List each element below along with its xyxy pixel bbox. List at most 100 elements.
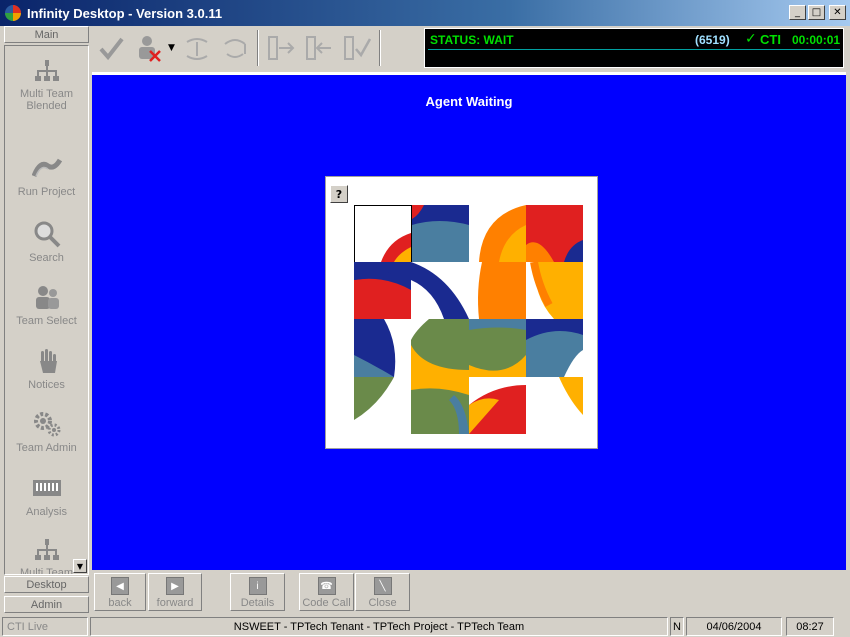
phone-transfer-in-button[interactable] [300,29,338,67]
time-display: 08:27 [786,617,834,636]
sidebar-item-notices[interactable]: Notices [5,343,88,405]
sidebar-tab-desktop[interactable]: Desktop [4,576,89,593]
run-project-icon [31,158,62,177]
status-divider [428,49,840,50]
sidebar-tab-admin[interactable]: Admin [4,596,89,613]
sidebar-tab-main[interactable]: Main [4,26,89,43]
phone-complete-button[interactable] [338,29,376,67]
puzzle-tile[interactable] [526,319,583,377]
sidebar-item-analysis[interactable]: Analysis [5,470,88,532]
toolbar-separator [257,30,259,66]
people-icon [35,286,59,309]
forward-arrow-icon: ▶ [166,577,184,595]
hand-icon [39,349,57,373]
back-arrow-icon: ◀ [111,577,129,595]
close-window-button[interactable]: ✕ [829,5,846,20]
puzzle-tile[interactable] [469,319,526,377]
chart-icon [32,480,61,496]
phone-arrow-left-icon [306,36,331,60]
puzzle-tile[interactable] [469,262,526,319]
help-button[interactable]: ? [330,185,348,203]
puzzle-tile[interactable] [526,205,583,262]
puzzle-tile[interactable] [412,205,469,262]
phone-arrow-right-icon [268,36,295,60]
details-button[interactable]: i Details [230,573,285,611]
puzzle-tile[interactable] [526,377,583,434]
sidebar-item-label: Team Select [16,315,77,327]
sidebar-item-run-project[interactable]: Run Project [5,152,88,214]
window-title: Infinity Desktop - Version 3.0.11 [27,5,223,21]
call-timer: 00:00:01 [792,33,841,47]
puzzle-tile[interactable] [354,319,411,377]
minimize-button[interactable]: _ [789,5,806,20]
call-link-icon [186,38,208,60]
cti-check-icon: ✓ [745,31,757,47]
puzzle-tile[interactable] [526,261,583,319]
status-label: STATUS: WAIT [430,33,514,47]
sliding-puzzle-panel: ? [325,176,598,449]
back-label: back [108,597,132,609]
phone-transfer-out-button[interactable] [262,29,300,67]
maximize-button[interactable]: □ [808,5,825,20]
sidebar: Main Multi Team Blended Run Project Sear… [3,26,90,616]
forward-button[interactable]: ▶ forward [148,573,202,611]
puzzle-tile[interactable] [411,319,469,377]
puzzle-tile[interactable] [354,377,411,434]
page-title: Agent Waiting [425,94,513,109]
magnifier-icon [34,221,60,248]
close-label: Close [368,597,397,609]
extension-number: (6519) [695,33,730,47]
code-call-button[interactable]: ☎ Code Call [299,573,354,611]
call-transfer-button[interactable] [216,29,254,67]
puzzle-tile[interactable] [469,205,526,262]
call-link-button[interactable] [178,29,216,67]
not-ready-button[interactable] [130,29,168,67]
app-logo-icon [5,5,21,21]
sidebar-list: Multi Team Blended Run Project Search Te… [4,45,89,575]
sidebar-item-multi-team-blended[interactable]: Multi Team Blended [5,54,88,116]
puzzle-tile[interactable] [469,377,526,434]
sidebar-item-search[interactable]: Search [5,216,88,278]
close-icon: ╲ [373,577,392,595]
forward-label: forward [156,597,194,609]
sidebar-item-team-select[interactable]: Team Select [5,279,88,341]
context-path: NSWEET - TPTech Tenant - TPTech Project … [90,617,668,636]
gears-icon [33,412,60,437]
sidebar-item-label: Multi Team Blended [20,88,73,112]
details-label: Details [240,597,275,609]
user-remove-icon [139,36,161,62]
code-call-label: Code Call [302,597,351,609]
ready-button[interactable] [92,29,130,67]
close-button[interactable]: ╲ Close [355,573,410,611]
cti-mode: CTI Live [2,617,88,636]
phone-icon: ☎ [317,577,336,595]
sidebar-scroll-down-button[interactable]: ▼ [73,559,87,573]
puzzle-tile[interactable] [354,262,411,319]
action-bar: ◀ back ▶ forward i Details ☎ Code Call ╲… [92,571,846,613]
info-icon: i [248,577,267,595]
call-transfer-icon [224,39,246,58]
puzzle-tile[interactable] [411,262,469,319]
toolbar: ▼ [92,26,422,70]
cti-indicator: CTI [760,32,781,47]
puzzle-tile[interactable] [411,377,469,434]
sidebar-item-team-admin[interactable]: Team Admin [5,406,88,468]
phone-check-icon [344,36,372,60]
cti-status-panel: STATUS: WAIT (6519) ✓ CTI 00:00:01 [424,28,844,68]
sidebar-item-label: Search [29,252,64,264]
sidebar-item-label: Analysis [26,506,67,518]
title-bar: Infinity Desktop - Version 3.0.11 _ □ ✕ [0,0,850,26]
org-chart-icon [34,539,59,560]
sliding-puzzle-board[interactable] [354,205,584,435]
puzzle-tile-empty[interactable] [354,205,412,263]
toolbar-separator [379,30,381,66]
back-button[interactable]: ◀ back [94,573,146,611]
date-display: 04/06/2004 [686,617,782,636]
not-ready-dropdown[interactable]: ▼ [168,43,178,53]
sidebar-item-label: Team Admin [16,442,77,454]
check-icon [99,37,124,61]
flag-indicator: N [670,617,684,636]
sidebar-item-label: Notices [28,379,65,391]
status-bar: CTI Live NSWEET - TPTech Tenant - TPTech… [0,616,850,637]
sidebar-item-label: Run Project [17,186,76,198]
